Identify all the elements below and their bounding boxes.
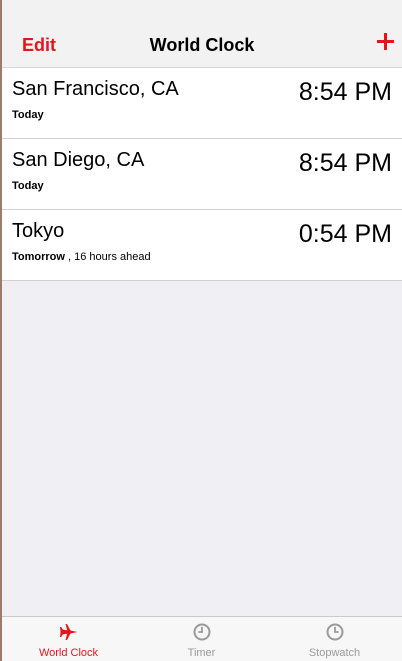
clock-list: San Francisco, CA Today 8:54 PM San Dieg…: [2, 68, 402, 281]
clock-icon: [193, 623, 210, 641]
day-label: Tomorrow: [12, 251, 65, 263]
tab-label: World Clock: [38, 647, 99, 659]
list-item[interactable]: San Diego, CA Today 8:54 PM: [2, 139, 402, 210]
clock-icon: [326, 623, 343, 641]
city-name: San Diego, CA: [12, 149, 145, 171]
tab-label: Timer: [187, 647, 216, 659]
tab-label: Stopwatch: [308, 647, 361, 659]
offset-label: , 16 hours ahead: [64, 251, 151, 263]
tab-bar: World Clock Timer Stopwatch: [2, 616, 402, 661]
time-label: 8:54 PM: [298, 149, 392, 177]
time-label: 0:54 PM: [298, 220, 392, 248]
page-title: World Clock: [149, 35, 255, 55]
navigation-bar: Edit World Clock: [2, 0, 402, 68]
tab-timer[interactable]: Timer: [135, 617, 268, 661]
city-name: Tokyo: [12, 220, 65, 242]
list-item[interactable]: San Francisco, CA Today 8:54 PM: [2, 68, 402, 139]
list-item[interactable]: Tokyo Tomorrow , 16 hours ahead 0:54 PM: [2, 210, 402, 281]
tab-stopwatch[interactable]: Stopwatch: [268, 617, 401, 661]
app-window: Edit World Clock San Francisco, CA Today…: [2, 0, 402, 661]
plus-icon[interactable]: [377, 33, 394, 50]
day-info: Today: [12, 109, 44, 121]
city-name: San Francisco, CA: [12, 78, 179, 100]
airplane-icon: [59, 624, 77, 640]
time-label: 8:54 PM: [298, 78, 392, 106]
day-label: Today: [12, 180, 44, 192]
tab-world-clock[interactable]: World Clock: [2, 617, 135, 661]
day-info: Today: [12, 180, 44, 192]
day-label: Today: [12, 109, 44, 121]
day-info: Tomorrow , 16 hours ahead: [12, 251, 151, 263]
